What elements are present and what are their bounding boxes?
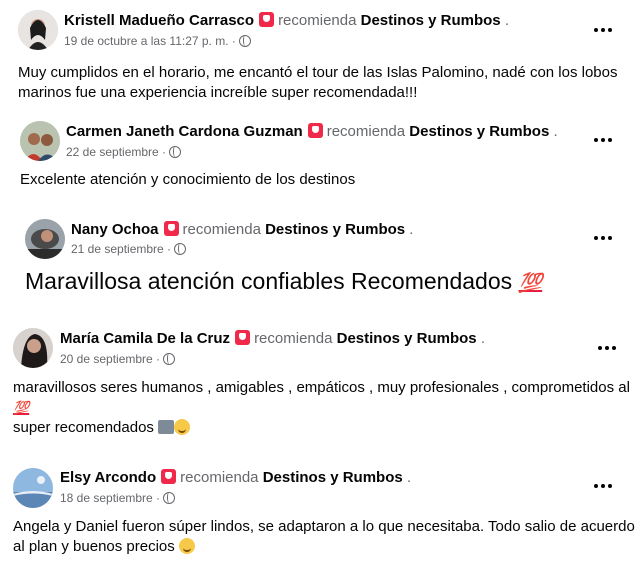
globe-icon (169, 146, 182, 158)
reviewer-name[interactable]: María Camila De la Cruz (60, 330, 230, 347)
post-date[interactable]: 20 de septiembre · (60, 352, 160, 366)
review-text-line: Angela y Daniel fueron súper lindos, se … (13, 518, 635, 535)
post-date[interactable]: 22 de septiembre · (66, 145, 166, 159)
smiling-face-emoji-icon (178, 538, 195, 554)
photo-emoji-icon (158, 420, 175, 434)
reviewer-name[interactable]: Nany Ochoa (71, 221, 159, 238)
recommend-verb: recomienda (326, 123, 406, 140)
recommend-verb: recomienda (254, 330, 333, 347)
recommend-icon (163, 221, 179, 236)
page-link[interactable]: Destinos y Rumbos (337, 330, 477, 347)
review-text-line: Muy cumplidos en el horario, me encantó … (18, 64, 618, 81)
page-link[interactable]: Destinos y Rumbos (263, 469, 403, 486)
recommend-verb: recomienda (278, 12, 357, 29)
avatar[interactable] (13, 468, 53, 508)
page-link[interactable]: Destinos y Rumbos (361, 12, 501, 29)
globe-icon (163, 353, 176, 365)
review-text-line: al plan y buenos precios (13, 538, 175, 555)
post-date[interactable]: 19 de octubre a las 11:27 p. m. · (64, 34, 236, 48)
avatar[interactable] (13, 328, 53, 368)
globe-icon (174, 243, 187, 255)
review-text: Excelente atención y conocimiento de los… (20, 170, 355, 190)
face-emoji-icon (174, 419, 191, 435)
more-options-icon[interactable] (594, 482, 616, 490)
page-link[interactable]: Destinos y Rumbos (409, 123, 549, 140)
review-text: Muy cumplidos en el horario, me encantó … (18, 63, 618, 103)
reviewer-name[interactable]: Carmen Janeth Cardona Guzman (66, 123, 303, 140)
reviewer-name[interactable]: Elsy Arcondo (60, 469, 156, 486)
recommend-icon (307, 123, 323, 138)
avatar[interactable] (25, 219, 65, 259)
hundred-points-emoji: 💯 (518, 273, 543, 294)
review-text-line: Maravillosa atención confiables Recomend… (25, 268, 513, 294)
recommend-icon (235, 330, 251, 345)
globe-icon (163, 492, 176, 504)
review-text-line: super recomendados (13, 419, 154, 436)
more-options-icon[interactable] (598, 344, 620, 352)
more-options-icon[interactable] (594, 136, 616, 144)
avatar[interactable] (20, 121, 60, 161)
review-text-line: Excelente atención y conocimiento de los… (20, 171, 356, 188)
recommend-icon (259, 12, 275, 27)
globe-icon (238, 35, 251, 47)
review-text-line: maravillosos seres humanos , amigables ,… (13, 379, 630, 396)
review-text-line: marinos fue una experiencia increíble su… (18, 84, 418, 101)
more-options-icon[interactable] (594, 26, 616, 34)
recommend-verb: recomienda (180, 469, 259, 486)
page-link[interactable]: Destinos y Rumbos (265, 221, 405, 238)
more-options-icon[interactable] (594, 234, 616, 242)
hundred-points-emoji: 💯 (13, 400, 30, 415)
recommend-icon (161, 469, 177, 484)
review-text: maravillosos seres humanos , amigables ,… (13, 378, 630, 438)
review-text: Maravillosa atención confiables Recomend… (25, 267, 542, 298)
recommend-verb: recomienda (182, 221, 261, 238)
review-text: Angela y Daniel fueron súper lindos, se … (13, 517, 635, 557)
reviewer-name[interactable]: Kristell Madueño Carrasco (64, 12, 254, 29)
avatar[interactable] (18, 10, 58, 50)
post-date[interactable]: 21 de septiembre · (71, 242, 171, 256)
post-date[interactable]: 18 de septiembre · (60, 491, 160, 505)
